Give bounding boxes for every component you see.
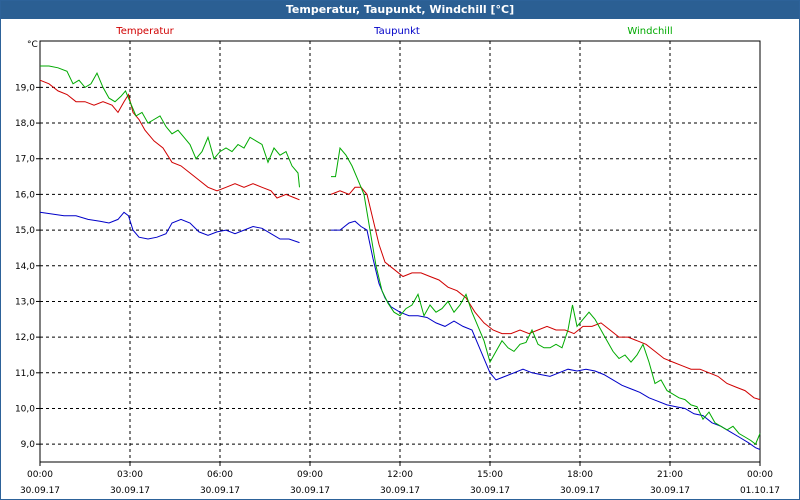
legend: Temperatur Taupunkt Windchill [115, 26, 672, 37]
x-axis-ticks: 00:00 30.09.17 03:00 30.09.17 06:00 30.09.17 0… [20, 462, 780, 496]
y-tick-label: 11,0 [15, 369, 35, 379]
series-line-temperatur-0 [39, 79, 300, 201]
series-line-taupunkt-1 [331, 220, 761, 450]
x-tick-time-label: 15:00 [477, 470, 503, 480]
y-tick-label: 12,0 [15, 333, 35, 343]
y-tick-label: 19,0 [15, 83, 35, 93]
x-tick-time-label: 06:00 [207, 470, 233, 480]
legend-entry-taupunkt: Taupunkt [373, 26, 420, 37]
x-tick-time-label: 09:00 [297, 470, 323, 480]
y-tick-label: 10,0 [15, 404, 35, 414]
x-tick-date-label: 30.09.17 [290, 486, 330, 496]
y-tick-label: 9,0 [21, 440, 36, 450]
y-tick-label: 15,0 [15, 226, 35, 236]
y-axis-unit-label: °C [27, 40, 38, 50]
y-tick-label: 16,0 [15, 190, 35, 200]
legend-entry-windchill: Windchill [627, 26, 672, 37]
x-tick-time-label: 21:00 [657, 470, 683, 480]
legend-entry-temperatur: Temperatur [115, 26, 174, 37]
y-tick-label: 17,0 [15, 155, 35, 165]
x-tick-time-label: 00:00 [747, 470, 773, 480]
x-tick-time-label: 00:00 [27, 470, 53, 480]
y-tick-label: 13,0 [15, 297, 35, 307]
series-line-windchill-0 [40, 65, 300, 188]
series-line-windchill-1 [331, 146, 761, 446]
x-tick-date-label: 30.09.17 [200, 486, 240, 496]
x-tick-time-label: 18:00 [567, 470, 593, 480]
chart-svg: °C 9,0 10,0 11,0 12,0 13,0 14,0 15,0 16,0 17,0 18… [15, 26, 780, 496]
x-tick-time-label: 12:00 [387, 470, 413, 480]
x-tick-date-label: 01.10.17 [740, 486, 780, 496]
x-tick-date-label: 30.09.17 [560, 486, 600, 496]
y-axis-ticks: 9,0 10,0 11,0 12,0 13,0 14,0 15,0 16,0 17,0 18,0 1… [15, 83, 40, 450]
y-tick-label: 14,0 [15, 262, 35, 272]
x-tick-date-label: 30.09.17 [470, 486, 510, 496]
x-tick-date-label: 30.09.17 [20, 486, 60, 496]
x-tick-date-label: 30.09.17 [380, 486, 420, 496]
y-tick-label: 18,0 [15, 119, 35, 129]
series-line-temperatur-1 [330, 186, 761, 401]
x-tick-date-label: 30.09.17 [110, 486, 150, 496]
series-line-taupunkt-0 [39, 211, 300, 244]
x-tick-time-label: 03:00 [117, 470, 143, 480]
x-tick-date-label: 30.09.17 [650, 486, 690, 496]
